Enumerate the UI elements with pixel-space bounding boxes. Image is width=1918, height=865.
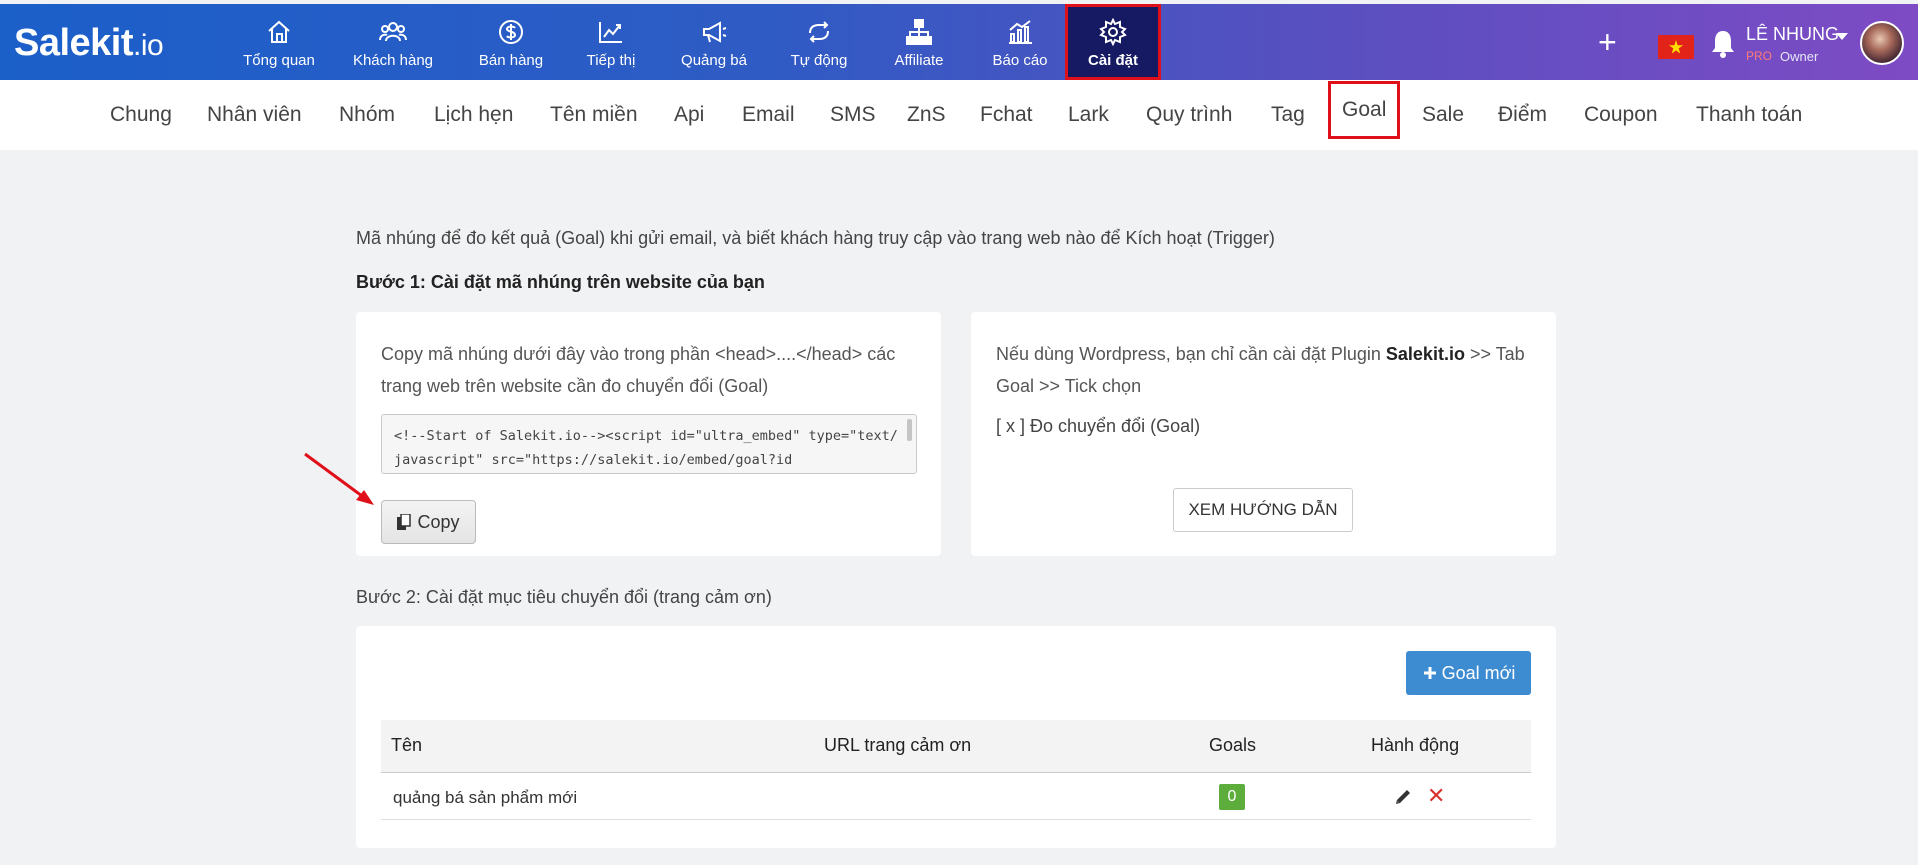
red-arrow-annotation (304, 452, 374, 505)
col-url[interactable]: URL trang cảm ơn (824, 735, 971, 756)
settings-subnav: Chung Nhân viên Nhóm Lịch hẹn Tên miền A… (0, 80, 1918, 150)
tab-api[interactable]: Api (674, 103, 704, 127)
embed-code-textarea[interactable]: <!--Start of Salekit.io--><script id="ul… (381, 414, 917, 474)
gear-icon (1099, 18, 1127, 46)
goal-checkbox-label: [ x ] Đo chuyển đổi (Goal) (996, 416, 1201, 436)
pencil-icon[interactable] (1393, 787, 1413, 807)
add-button[interactable]: + (1598, 24, 1617, 61)
delete-icon[interactable]: ✕ (1427, 785, 1445, 807)
avatar[interactable] (1860, 21, 1904, 65)
nav-bao-cao[interactable]: Báo cáo (980, 4, 1060, 80)
tab-lark[interactable]: Lark (1068, 103, 1109, 127)
wordpress-card: Nếu dùng Wordpress, bạn chỉ cần cài đặt … (971, 312, 1556, 556)
goals-table: Tên URL trang cảm ơn Goals Hành động quả… (381, 720, 1531, 820)
table-header: Tên URL trang cảm ơn Goals Hành động (381, 720, 1531, 773)
vietnam-flag-icon[interactable] (1658, 35, 1694, 59)
user-menu-caret-icon[interactable] (1836, 33, 1848, 40)
nav-tiep-thi[interactable]: Tiếp thị (570, 4, 652, 80)
plan-badge: PRO (1746, 49, 1773, 63)
view-guide-button[interactable]: XEM HƯỚNG DẪN (1173, 488, 1353, 532)
nav-cai-dat[interactable]: Cài đặt (1065, 4, 1161, 80)
copy-icon (397, 514, 412, 530)
trend-icon (599, 22, 622, 43)
col-goals[interactable]: Goals (1209, 735, 1256, 756)
wordpress-instructions: Nếu dùng Wordpress, bạn chỉ cần cài đặt … (996, 344, 1525, 396)
new-goal-button[interactable]: Goal mới (1406, 651, 1531, 695)
tab-email[interactable]: Email (742, 103, 795, 127)
tab-zns[interactable]: ZnS (907, 103, 946, 127)
tab-sms[interactable]: SMS (830, 103, 876, 127)
nav-quang-ba[interactable]: Quảng bá (668, 4, 760, 80)
dollar-icon (499, 20, 523, 44)
goals-card: Goal mới Tên URL trang cảm ơn Goals Hành… (356, 626, 1556, 848)
network-icon (906, 19, 932, 45)
nav-tu-dong[interactable]: Tự động (778, 4, 860, 80)
repeat-icon (809, 21, 829, 43)
tab-sale[interactable]: Sale (1422, 103, 1464, 127)
tab-goal[interactable]: Goal (1328, 81, 1401, 139)
tab-tag[interactable]: Tag (1271, 103, 1305, 127)
nav-affiliate[interactable]: Affiliate (876, 4, 962, 80)
report-icon (1009, 20, 1032, 44)
home-icon (268, 20, 290, 43)
plus-icon (1423, 667, 1436, 679)
tab-thanh-toan[interactable]: Thanh toán (1696, 103, 1802, 127)
code-scrollbar[interactable] (907, 419, 912, 441)
nav-tong-quan[interactable]: Tổng quan (224, 4, 334, 80)
bell-icon[interactable] (1708, 28, 1738, 60)
nav-khach-hang[interactable]: Khách hàng (340, 4, 446, 80)
nav-ban-hang[interactable]: Bán hàng (466, 4, 556, 80)
tab-fchat[interactable]: Fchat (980, 103, 1033, 127)
tab-diem[interactable]: Điểm (1498, 103, 1547, 127)
tab-nhan-vien[interactable]: Nhân viên (207, 103, 302, 127)
tab-coupon[interactable]: Coupon (1584, 103, 1658, 127)
tab-nhom[interactable]: Nhóm (339, 103, 395, 127)
user-role: Owner (1780, 49, 1819, 64)
col-name[interactable]: Tên (391, 735, 422, 756)
megaphone-icon (703, 21, 727, 43)
salekit-logo[interactable]: Salekit.io (14, 22, 164, 65)
table-row: quảng bá sản phẩm mới 0 ✕ (381, 773, 1531, 820)
goal-intro-text: Mã nhúng để đo kết quả (Goal) khi gửi em… (356, 228, 1275, 248)
goals-count-badge: 0 (1219, 784, 1245, 810)
user-name[interactable]: LÊ NHUNG (1746, 24, 1839, 45)
tab-chung[interactable]: Chung (110, 103, 172, 127)
step2-heading: Bước 2: Cài đặt mục tiêu chuyển đổi (tra… (356, 587, 772, 607)
copy-button[interactable]: Copy (381, 500, 476, 544)
step1-heading: Bước 1: Cài đặt mã nhúng trên website củ… (356, 272, 765, 292)
col-actions: Hành động (1371, 735, 1460, 755)
embed-instructions: Copy mã nhúng dưới đây vào trong phần <h… (381, 344, 896, 396)
tab-ten-mien[interactable]: Tên miền (550, 103, 638, 127)
goal-name: quảng bá sản phẩm mới (393, 788, 578, 807)
embed-code-card: Copy mã nhúng dưới đây vào trong phần <h… (356, 312, 941, 556)
tab-quy-trinh[interactable]: Quy trình (1146, 103, 1232, 127)
top-navigation-bar: Salekit.io Tổng quan Khách hàng Bán hàng… (0, 4, 1918, 80)
tab-lich-hen[interactable]: Lịch hẹn (434, 103, 513, 127)
users-icon (379, 22, 407, 42)
